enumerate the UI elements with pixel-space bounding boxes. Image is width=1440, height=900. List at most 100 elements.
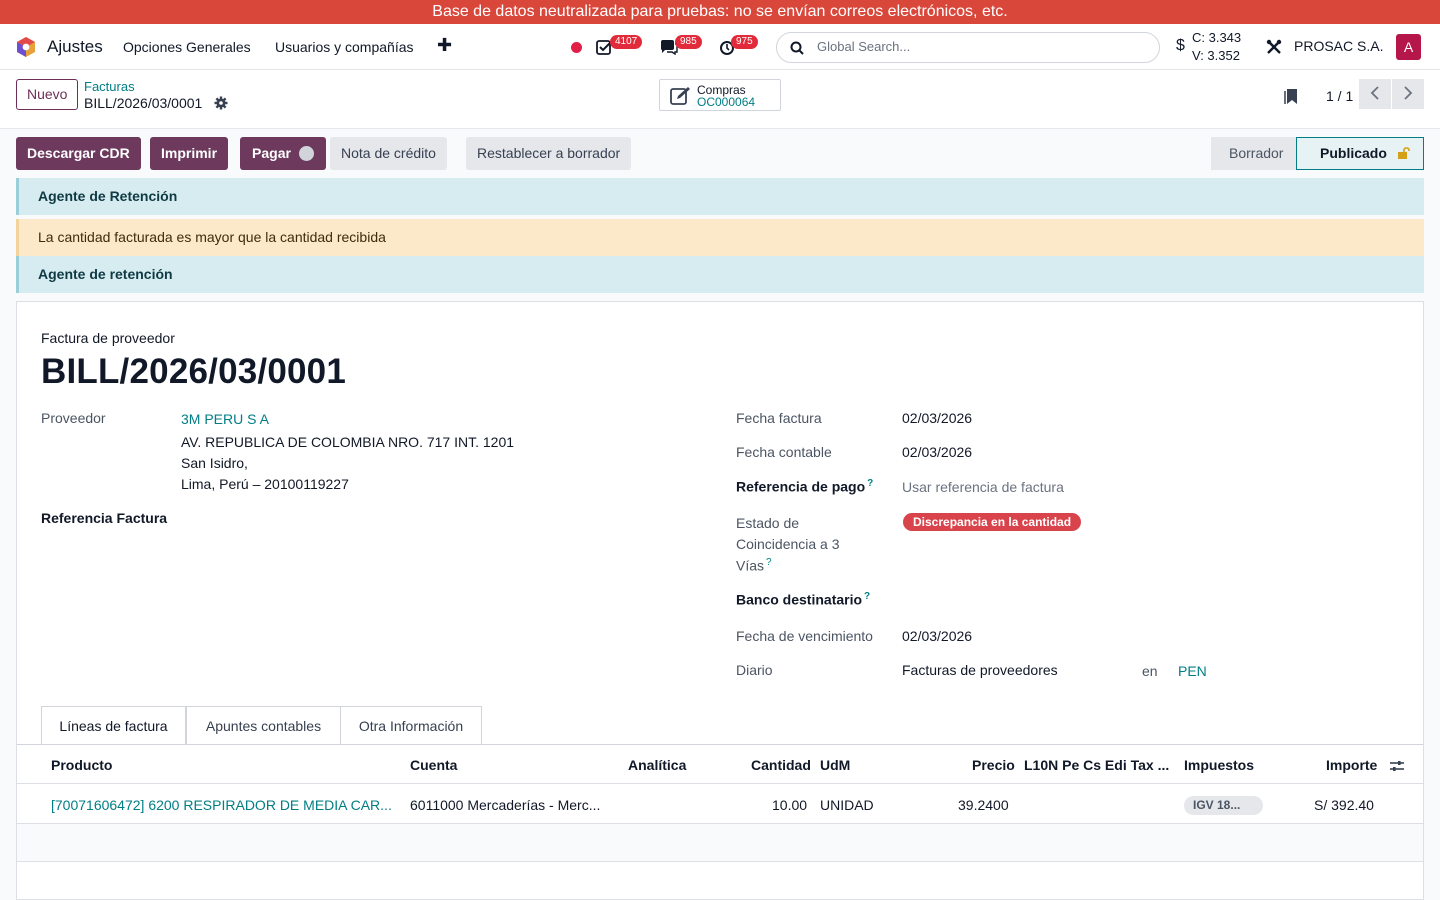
document-type: Factura de proveedor — [41, 330, 175, 346]
messages-count-badge: 985 — [675, 35, 702, 49]
invoice-ref-label: Referencia Factura — [41, 510, 168, 526]
reset-to-draft-button[interactable]: Restablecer a borrador — [466, 137, 632, 170]
col-taxes[interactable]: Impuestos — [1184, 757, 1254, 773]
payment-ref-label: Referencia de pago? — [736, 478, 873, 495]
invoice-date-label: Fecha factura — [736, 410, 822, 426]
header-divider — [17, 783, 1423, 784]
optional-columns-icon[interactable] — [1389, 758, 1405, 774]
breadcrumb-facturas[interactable]: Facturas — [84, 79, 135, 94]
tab-other-info[interactable]: Otra Información — [340, 706, 482, 745]
unlock-icon — [1397, 147, 1410, 159]
control-panel: Nuevo Facturas BILL/2026/03/0001 Compras… — [0, 70, 1440, 129]
exchange-rate-widget[interactable]: C: 3.343 V: 3.352 — [1192, 29, 1241, 65]
download-cdr-button[interactable]: Descargar CDR — [16, 137, 141, 170]
line-price[interactable]: 39.2400 — [958, 797, 1009, 813]
search-input[interactable] — [817, 39, 1137, 54]
empty-row — [17, 824, 1423, 862]
journal-label: Diario — [736, 662, 773, 678]
test-database-banner: Base de datos neutralizada para pruebas:… — [0, 0, 1440, 24]
pager-previous-button[interactable] — [1359, 79, 1391, 109]
three-way-status-badge: Discrepancia en la cantidad — [903, 513, 1082, 531]
status-draft[interactable]: Borrador — [1211, 137, 1307, 170]
three-way-label-text: Vías — [736, 557, 765, 574]
new-button[interactable]: Nuevo — [16, 79, 79, 110]
global-search[interactable] — [776, 32, 1160, 63]
page-title: BILL/2026/03/0001 — [41, 352, 346, 391]
currency-in-label: en — [1142, 663, 1158, 679]
three-way-label-line1: Estado de — [736, 515, 800, 531]
pager-next-button[interactable] — [1392, 79, 1424, 109]
company-switcher[interactable]: PROSAC S.A. — [1294, 38, 1383, 54]
top-navbar: Ajustes Opciones Generales Usuarios y co… — [0, 24, 1440, 70]
vendor-link[interactable]: 3M PERU S A — [181, 411, 269, 427]
invoice-date-field[interactable]: 02/03/2026 — [902, 410, 972, 426]
col-price[interactable]: Precio — [972, 757, 1015, 773]
help-tooltip-icon[interactable]: ? — [864, 591, 870, 602]
line-uom[interactable]: UNIDAD — [820, 797, 874, 813]
col-uom[interactable]: UdM — [820, 757, 850, 773]
purchase-smart-button[interactable]: Compras OC000064 — [659, 79, 781, 111]
tab-journal-items[interactable]: Apuntes contables — [186, 706, 341, 745]
app-logo-icon[interactable] — [16, 36, 36, 58]
activities-count-badge: 4107 — [610, 35, 643, 49]
form-sheet: Factura de proveedor BILL/2026/03/0001 P… — [16, 301, 1424, 900]
bank-label: Banco destinatario? — [736, 591, 870, 608]
currency-link[interactable]: PEN — [1178, 663, 1207, 679]
breadcrumb-current: BILL/2026/03/0001 — [84, 95, 203, 111]
col-account[interactable]: Cuenta — [410, 757, 457, 773]
row-divider — [17, 861, 1423, 862]
help-tooltip-icon[interactable]: ? — [867, 478, 873, 489]
app-name[interactable]: Ajustes — [47, 37, 103, 57]
payment-ref-label-text: Referencia de pago — [736, 478, 866, 495]
user-avatar[interactable]: A — [1396, 34, 1421, 60]
gear-icon[interactable] — [214, 96, 228, 110]
line-amount: S/ 392.40 — [1314, 797, 1374, 813]
col-product[interactable]: Producto — [51, 757, 112, 773]
line-tax-tag[interactable]: IGV 18... — [1184, 796, 1263, 815]
exchange-rate-buy: C: 3.343 — [1192, 30, 1242, 45]
col-quantity[interactable]: Cantidad — [751, 757, 811, 773]
status-posted-label: Publicado — [1320, 145, 1387, 161]
pay-info-icon — [298, 146, 314, 161]
tab-invoice-lines[interactable]: Líneas de factura — [41, 706, 186, 745]
col-analytic[interactable]: Analítica — [628, 757, 686, 773]
debug-tools-icon[interactable] — [1266, 39, 1282, 55]
journal-field[interactable]: Facturas de proveedores — [902, 662, 1058, 678]
line-quantity[interactable]: 10.00 — [772, 797, 807, 813]
accounting-date-field[interactable]: 02/03/2026 — [902, 444, 972, 460]
search-icon — [790, 41, 804, 55]
pager-value[interactable]: 1 / 1 — [1326, 88, 1353, 104]
three-way-label-line3: Vías? — [736, 557, 772, 574]
vendor-address-line2: San Isidro, — [181, 455, 248, 471]
alert-retention-agent-2: Agente de retención — [16, 256, 1424, 293]
bookmark-icon[interactable] — [1284, 88, 1298, 105]
vendor-label: Proveedor — [41, 410, 106, 426]
help-tooltip-icon[interactable]: ? — [766, 557, 772, 568]
menu-opciones-generales[interactable]: Opciones Generales — [123, 39, 251, 55]
col-l10n-tax[interactable]: L10N Pe Cs Edi Tax ... — [1024, 757, 1172, 773]
timer-count-badge: 975 — [731, 35, 758, 49]
status-posted[interactable]: Publicado — [1296, 137, 1424, 170]
vendor-address-line1: AV. REPUBLICA DE COLOMBIA NRO. 717 INT. … — [181, 434, 515, 450]
payment-ref-field[interactable]: Usar referencia de factura — [902, 479, 1064, 495]
chevron-left-icon — [1370, 85, 1379, 100]
smart-button-value: OC000064 — [697, 95, 756, 109]
alert-quantity-mismatch: La cantidad facturada es mayor que la ca… — [16, 219, 1424, 256]
col-amount[interactable]: Importe — [1326, 757, 1377, 773]
vendor-address-line3: Lima, Perú – 20100119227 — [181, 476, 349, 492]
accounting-date-label: Fecha contable — [736, 444, 832, 460]
print-button[interactable]: Imprimir — [150, 137, 229, 170]
credit-note-button[interactable]: Nota de crédito — [330, 137, 447, 170]
line-account[interactable]: 6011000 Mercaderías - Merc... — [410, 797, 615, 813]
exchange-rate-symbol: $ — [1176, 37, 1185, 54]
edit-document-icon — [670, 87, 690, 105]
due-date-field[interactable]: 02/03/2026 — [902, 628, 972, 644]
pay-button[interactable]: Pagar — [240, 137, 326, 170]
plus-icon[interactable]: ✚ — [437, 35, 452, 56]
alert-retention-agent: Agente de Retención — [16, 178, 1424, 215]
recording-dot-icon[interactable] — [571, 42, 582, 53]
line-product[interactable]: [70071606472] 6200 RESPIRADOR DE MEDIA C… — [51, 797, 401, 813]
menu-usuarios-companias[interactable]: Usuarios y compañías — [275, 39, 414, 55]
three-way-label-line2: Coincidencia a 3 — [736, 536, 840, 552]
action-bar: Descargar CDR Imprimir Pagar Nota de cré… — [0, 129, 1440, 178]
